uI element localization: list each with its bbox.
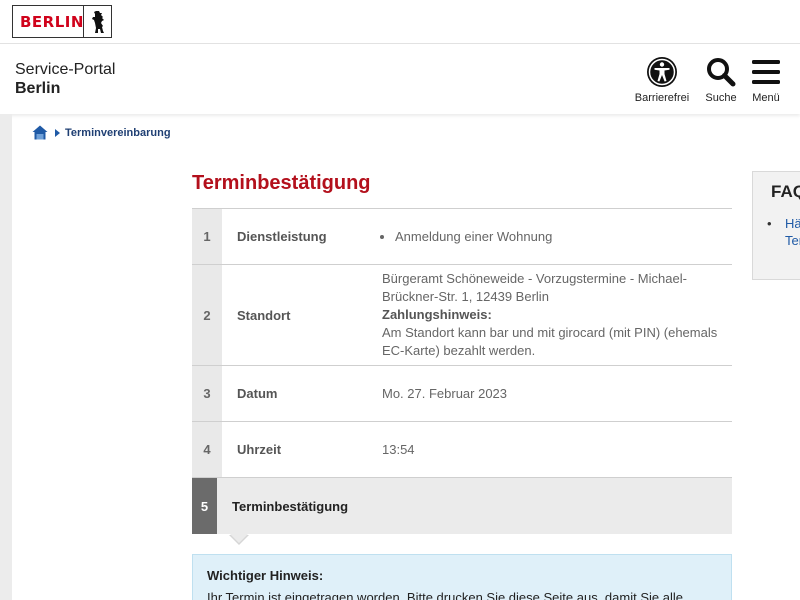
- step-number: 4: [192, 422, 222, 477]
- location-address: Bürgeramt Schöneweide - Vorzugstermine -…: [382, 271, 687, 304]
- step-time: 4 Uhrzeit 13:54: [192, 422, 732, 478]
- hamburger-menu-icon: [752, 60, 780, 84]
- home-icon[interactable]: [32, 125, 48, 140]
- step-service: 1 Dienstleistung Anmeldung einer Wohnung: [192, 209, 732, 265]
- step-value: 13:54: [382, 441, 415, 457]
- accessibility-label: Barrierefrei: [634, 92, 690, 104]
- step-number: 5: [192, 478, 217, 534]
- step-date: 3 Datum Mo. 27. Februar 2023: [192, 366, 732, 422]
- step-label: Dienstleistung: [237, 229, 327, 244]
- step-label: Datum: [237, 386, 278, 401]
- payment-title: Zahlungshinweis:: [382, 307, 492, 322]
- faq-bullet: •: [767, 216, 772, 231]
- service-item: Anmeldung einer Wohnung: [395, 228, 722, 246]
- step-number: 2: [192, 265, 222, 365]
- menu-label: Menü: [752, 92, 780, 104]
- step-label: Terminbestätigung: [232, 498, 349, 514]
- notice-text: Ihr Termin ist eingetragen worden. Bitte…: [207, 590, 683, 600]
- logo-divider: [83, 6, 84, 37]
- faq-link-line2: Ter: [785, 233, 800, 248]
- step-label: Uhrzeit: [237, 442, 282, 457]
- step-number: 3: [192, 366, 222, 421]
- portal-title[interactable]: Service-Portal Berlin: [15, 60, 115, 98]
- logo-text: BERLIN: [20, 12, 84, 31]
- berlin-bear-icon: [92, 11, 104, 33]
- accessibility-icon: [647, 57, 677, 87]
- portal-title-line2: Berlin: [15, 80, 61, 97]
- search-label: Suche: [705, 92, 737, 104]
- faq-link-line1: Hä: [785, 216, 800, 231]
- appointment-steps: 1 Dienstleistung Anmeldung einer Wohnung…: [192, 208, 732, 545]
- site-header: Service-Portal Berlin Barrierefrei Suche…: [0, 44, 800, 114]
- accessibility-button[interactable]: Barrierefrei: [632, 56, 692, 104]
- step-value: Mo. 27. Februar 2023: [382, 385, 508, 401]
- step-number: 1: [192, 209, 222, 264]
- berlin-logo[interactable]: BERLIN: [12, 5, 112, 38]
- payment-text: Am Standort kann bar und mit girocard (m…: [382, 325, 718, 358]
- faq-box: FAQ • Hä Ter: [752, 171, 800, 280]
- step-confirmation-active: 5 Terminbestätigung: [192, 478, 732, 545]
- step-location: 2 Standort Bürgeramt Schöneweide - Vorzu…: [192, 265, 732, 366]
- step-value: Bürgeramt Schöneweide - Vorzugstermine -…: [382, 265, 732, 365]
- top-bar: BERLIN: [0, 0, 800, 44]
- breadcrumb-separator-icon: [55, 128, 60, 137]
- search-button[interactable]: Suche: [700, 56, 742, 104]
- step-value: Anmeldung einer Wohnung: [382, 209, 732, 264]
- portal-title-line1: Service-Portal: [15, 61, 116, 78]
- left-margin: [0, 114, 12, 600]
- faq-link[interactable]: Hä Ter: [785, 215, 800, 249]
- step-label: Standort: [237, 307, 291, 323]
- active-step-pointer: [230, 534, 248, 543]
- breadcrumb: Terminvereinbarung: [32, 125, 171, 140]
- faq-title: FAQ: [771, 182, 800, 201]
- important-notice: Wichtiger Hinweis: Ihr Termin ist einget…: [192, 554, 732, 600]
- page-title: Terminbestätigung: [192, 172, 371, 194]
- notice-title: Wichtiger Hinweis:: [207, 568, 324, 583]
- search-icon: [707, 58, 736, 87]
- menu-button[interactable]: Menü: [748, 56, 784, 104]
- breadcrumb-current[interactable]: Terminvereinbarung: [65, 127, 171, 139]
